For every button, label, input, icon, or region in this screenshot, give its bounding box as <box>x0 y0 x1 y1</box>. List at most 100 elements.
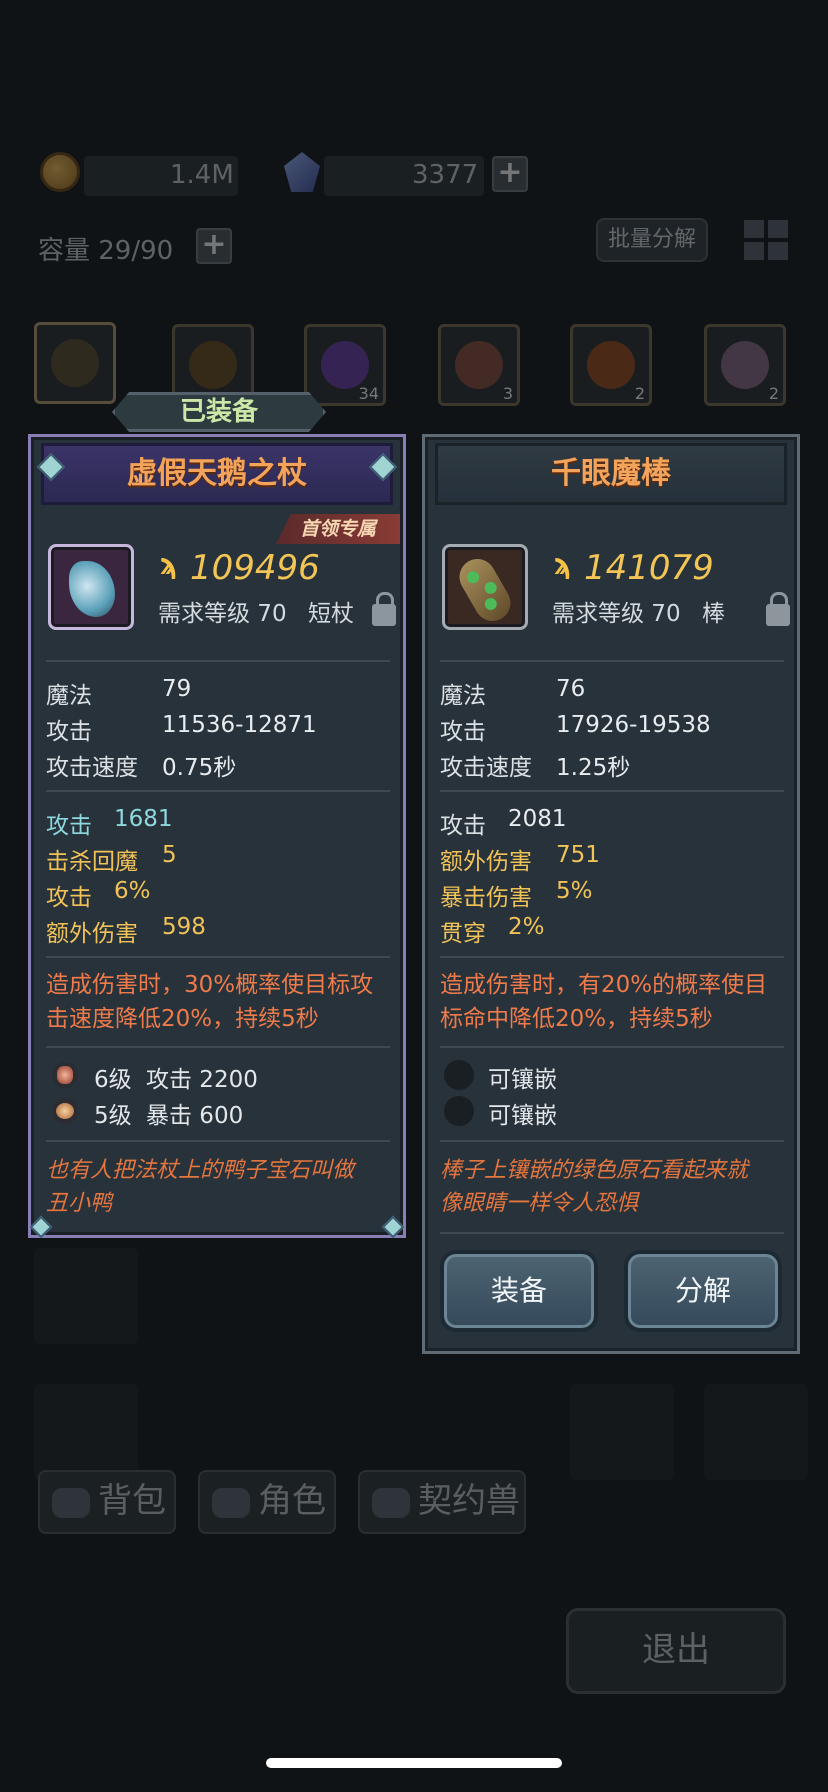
stat-label: 攻击速度 <box>440 755 532 781</box>
divider <box>440 790 784 792</box>
tab-pet[interactable]: 契约兽 <box>358 1470 526 1534</box>
equipped-flavor-line-1: 也有人把法杖上的鸭子宝石叫做 <box>46 1158 355 1183</box>
home-indicator[interactable] <box>266 1758 562 1768</box>
gem-stat: 暴击 600 <box>146 1103 244 1129</box>
add-capacity-button[interactable]: + <box>196 228 232 264</box>
gem-amount: 3377 <box>412 160 479 190</box>
bonus-stat-value: 751 <box>556 842 600 868</box>
tab-role[interactable]: 角色 <box>198 1470 336 1534</box>
bonus-stat-value: 2081 <box>508 806 567 832</box>
bonus-stat-value: 2% <box>508 914 545 940</box>
bonus-stat-label: 暴击伤害 <box>440 885 532 911</box>
equipped-item-type: 短杖 <box>308 601 354 627</box>
divider <box>46 1140 390 1142</box>
lock-icon[interactable] <box>766 592 790 626</box>
empty-slot <box>704 1384 808 1480</box>
gold-amount: 1.4M <box>170 160 234 190</box>
bonus-stat-value: 6% <box>114 878 151 904</box>
paw-icon <box>372 1487 410 1518</box>
slot-count: 2 <box>768 384 779 403</box>
gem-level: 6级 <box>94 1067 132 1093</box>
inventory-slot-1[interactable] <box>34 322 116 404</box>
equipped-item-name: 虚假天鹅之杖 <box>127 456 307 491</box>
lock-icon[interactable] <box>372 592 396 626</box>
gem-stat: 攻击 2200 <box>146 1067 258 1093</box>
gem-level: 5级 <box>94 1103 132 1129</box>
candidate-item-name: 千眼魔棒 <box>551 456 671 491</box>
inventory-slot-3[interactable]: 34 <box>304 324 386 406</box>
empty-slot <box>570 1384 674 1480</box>
divider <box>46 1046 390 1048</box>
inventory-slot-5[interactable]: 2 <box>570 324 652 406</box>
divider <box>440 1046 784 1048</box>
stat-label: 攻击 <box>46 719 92 745</box>
candidate-power: 141079 <box>584 548 714 588</box>
divider <box>440 1140 784 1142</box>
batch-decompose-button[interactable]: 批量分解 <box>596 218 708 262</box>
empty-slot <box>34 1384 138 1480</box>
equipped-req-level: 需求等级 70 <box>158 601 287 627</box>
bonus-stat-value: 598 <box>162 914 206 940</box>
bonus-stat-label: 攻击 <box>46 813 92 839</box>
candidate-item-type: 棒 <box>702 601 725 627</box>
stat-label: 攻击 <box>440 719 486 745</box>
stat-value: 76 <box>556 676 586 702</box>
stat-label: 攻击速度 <box>46 755 138 781</box>
tab-role-label: 角色 <box>258 1481 326 1521</box>
candidate-item-icon <box>442 544 528 630</box>
ruby-gem-icon <box>52 1062 78 1088</box>
bonus-stat-value: 5 <box>162 842 177 868</box>
empty-slot <box>34 1248 138 1344</box>
capacity-label: 容量 29/90 <box>38 236 174 266</box>
divider <box>46 790 390 792</box>
divider <box>46 956 390 958</box>
role-icon <box>212 1487 250 1518</box>
grid-view-icon[interactable] <box>744 220 788 260</box>
bonus-stat-value: 5% <box>556 878 593 904</box>
exit-button[interactable]: 退出 <box>566 1608 786 1694</box>
empty-socket-icon <box>444 1096 474 1126</box>
add-gems-button[interactable]: + <box>492 156 528 192</box>
equipped-item-icon <box>48 544 134 630</box>
boss-exclusive-badge: 首领专属 <box>276 514 400 544</box>
stat-value: 79 <box>162 676 192 702</box>
equipped-effect-line-2: 击速度降低20%，持续5秒 <box>46 1006 319 1032</box>
slot-count: 2 <box>634 384 645 403</box>
bonus-stat-label: 击杀回魔 <box>46 849 138 875</box>
slot-count: 34 <box>358 384 379 403</box>
power-icon: ϡ <box>554 548 572 581</box>
divider <box>440 660 784 662</box>
decompose-button[interactable]: 分解 <box>624 1250 782 1332</box>
candidate-title-bar: 千眼魔棒 <box>435 443 787 505</box>
corner-gem-icon <box>381 1215 405 1239</box>
gold-coin-icon <box>40 152 80 192</box>
equipped-tag: 已装备 <box>112 392 326 432</box>
slot-count: 3 <box>502 384 513 403</box>
gem-crystal-icon <box>284 152 320 192</box>
bag-icon <box>52 1487 90 1518</box>
equip-button[interactable]: 装备 <box>440 1250 598 1332</box>
divider <box>46 660 390 662</box>
equipped-power: 109496 <box>190 548 320 588</box>
equipped-effect-line-1: 造成伤害时，30%概率使目标攻 <box>46 972 374 998</box>
tab-bag[interactable]: 背包 <box>38 1470 176 1534</box>
amber-gem-icon <box>52 1098 78 1124</box>
divider <box>440 956 784 958</box>
bonus-stat-label: 贯穿 <box>440 921 486 947</box>
stat-label: 魔法 <box>46 683 92 709</box>
equipped-flavor-line-2: 丑小鸭 <box>46 1191 113 1216</box>
bonus-stat-label: 攻击 <box>46 885 92 911</box>
bonus-stat-label: 额外伤害 <box>46 921 138 947</box>
stat-value: 17926-19538 <box>556 712 711 738</box>
candidate-flavor-line-1: 棒子上镶嵌的绿色原石看起来就 <box>440 1158 749 1183</box>
candidate-flavor-line-2: 像眼睛一样令人恐惧 <box>440 1191 639 1216</box>
power-icon: ϡ <box>160 548 178 581</box>
candidate-effect-line-1: 造成伤害时，有20%的概率使目 <box>440 972 768 998</box>
socket-label: 可镶嵌 <box>488 1067 557 1093</box>
stat-value: 0.75秒 <box>162 755 237 781</box>
inventory-slot-6[interactable]: 2 <box>704 324 786 406</box>
bonus-stat-label: 额外伤害 <box>440 849 532 875</box>
candidate-effect-line-2: 标命中降低20%，持续5秒 <box>440 1006 713 1032</box>
inventory-slot-4[interactable]: 3 <box>438 324 520 406</box>
tab-bag-label: 背包 <box>98 1481 166 1521</box>
